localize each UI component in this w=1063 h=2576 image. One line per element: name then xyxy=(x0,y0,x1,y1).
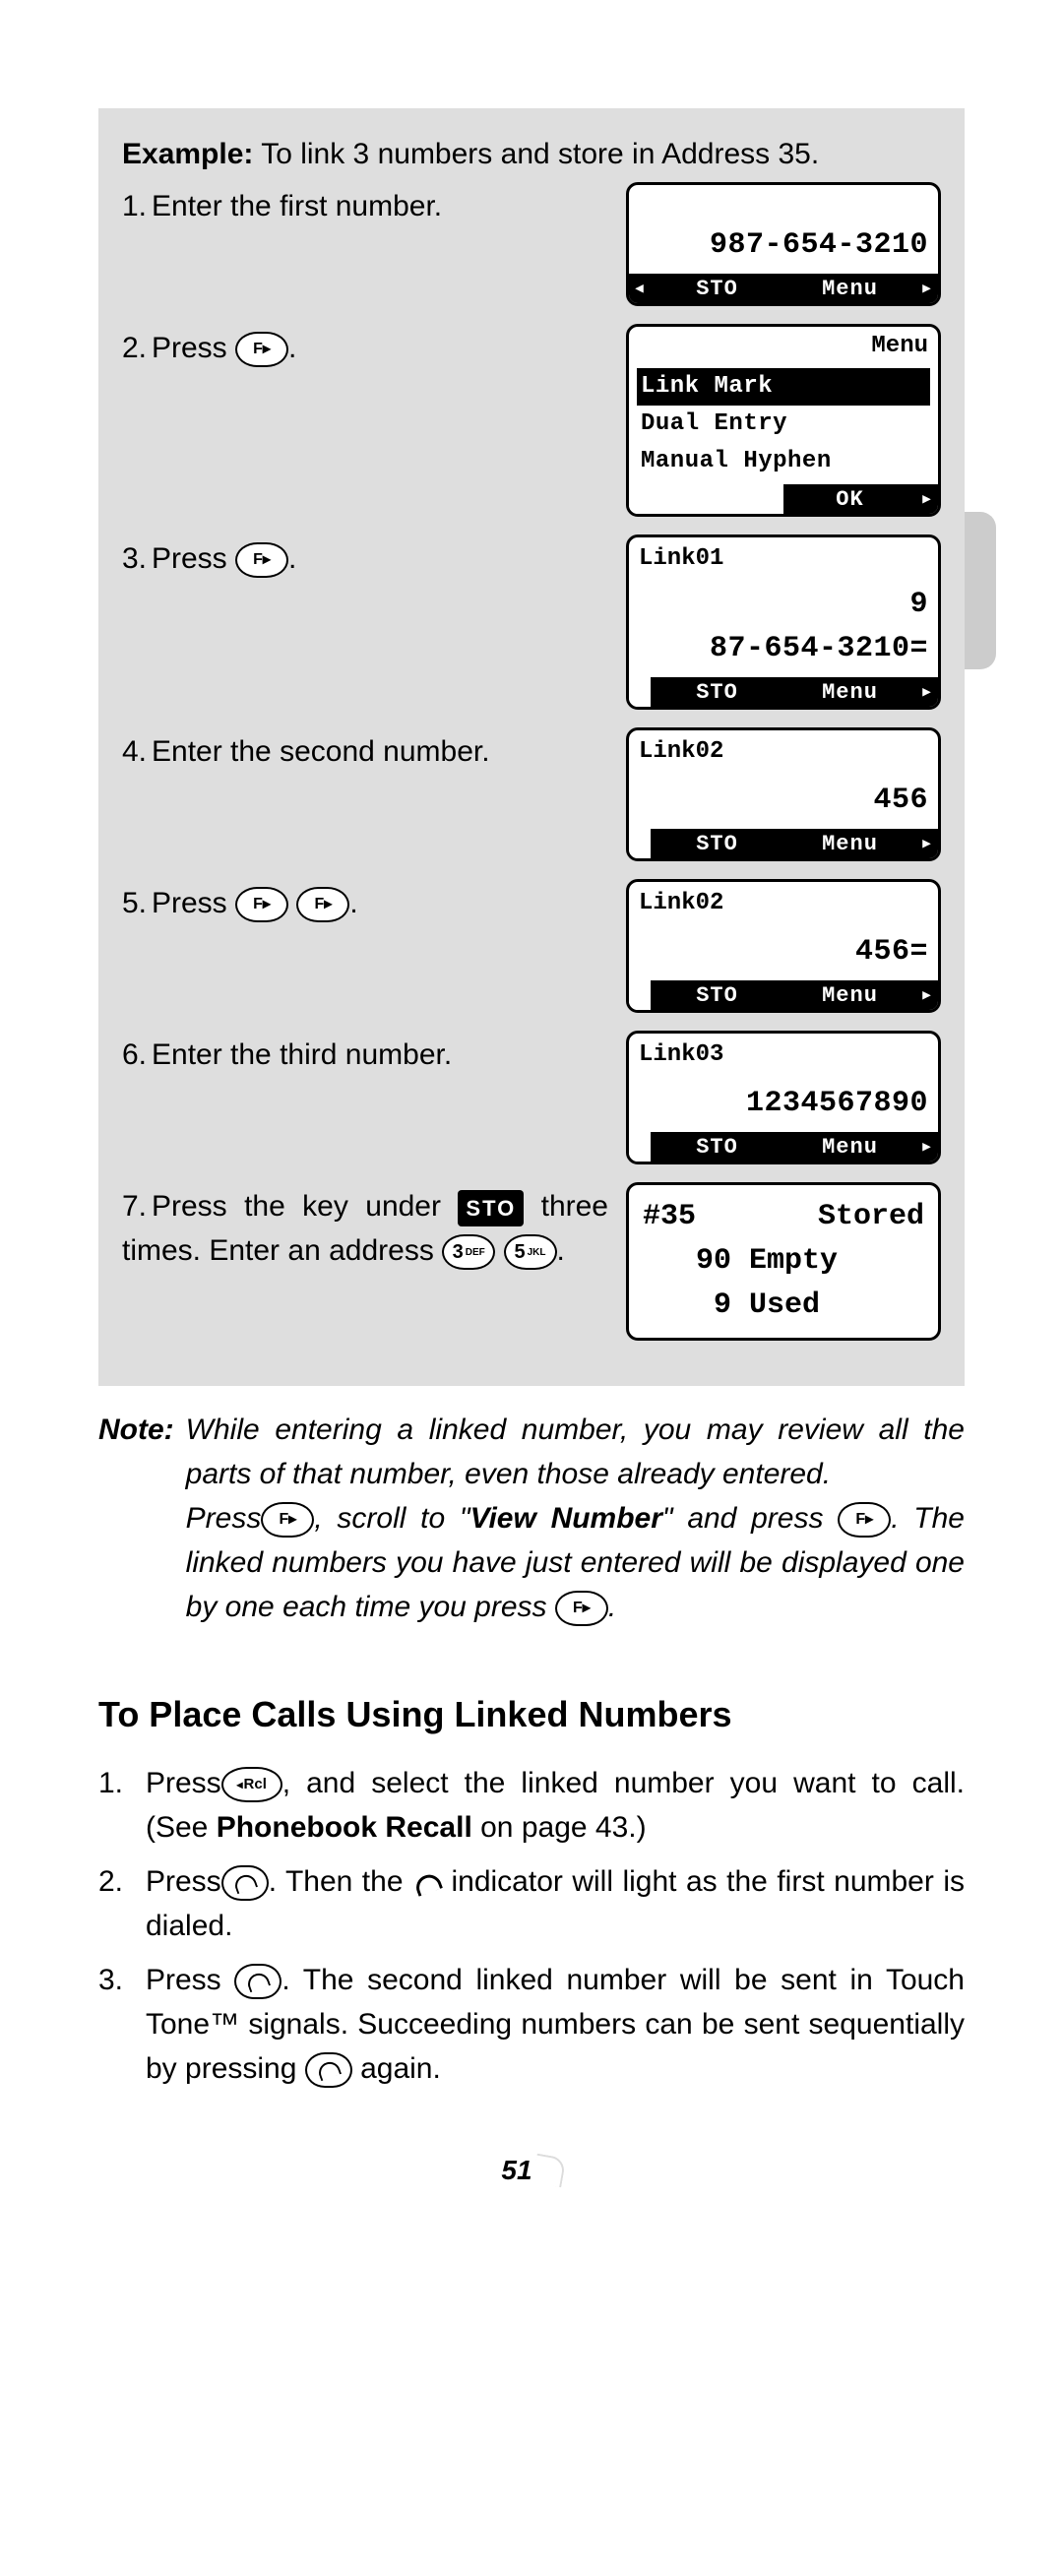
softkey-bar: STO Menu ▸ xyxy=(629,980,938,1010)
example-box: Example: To link 3 numbers and store in … xyxy=(98,108,965,1386)
f-key-icon xyxy=(235,542,288,578)
step-3: 3.Press . Link01 9 87-654-3210= STO Menu… xyxy=(122,534,941,710)
menu-item-dualentry: Dual Entry xyxy=(637,406,930,443)
example-label: Example: xyxy=(122,138,253,170)
right-arrow-icon: ▸ xyxy=(916,677,938,707)
f-key-icon xyxy=(235,332,288,367)
handset-icon xyxy=(245,1971,271,1993)
softkey-sto: STO xyxy=(651,274,783,303)
page-tab xyxy=(965,512,996,669)
right-arrow-icon: ▸ xyxy=(916,1132,938,1162)
section-title: To Place Calls Using Linked Numbers xyxy=(98,1688,965,1741)
list-item: 3. Press . The second linked number will… xyxy=(146,1958,965,2091)
screen-5: Link02 456= STO Menu ▸ xyxy=(626,879,941,1013)
step-4: 4.Enter the second number. Link02 456 ST… xyxy=(122,727,941,861)
menu-item-manualhyphen: Manual Hyphen xyxy=(637,443,930,480)
screen-7: #35 Stored 90 Empty 9 Used xyxy=(626,1182,941,1341)
screen-3: Link01 9 87-654-3210= STO Menu ▸ xyxy=(626,534,941,710)
handset-icon xyxy=(316,2059,342,2082)
softkey-bar: STO Menu ▸ xyxy=(629,1132,938,1162)
softkey-sto: STO xyxy=(651,829,783,858)
empty-line: 90 Empty xyxy=(643,1239,924,1284)
list-item: 2. Press. Then the indicator will light … xyxy=(146,1859,965,1948)
softkey-bar: ◂ STO Menu ▸ xyxy=(629,274,938,303)
link-label: Link02 xyxy=(629,730,938,770)
softkey-ok: OK xyxy=(783,484,916,514)
softkey-menu: Menu xyxy=(783,677,916,707)
example-heading: Example: To link 3 numbers and store in … xyxy=(122,132,941,176)
screen-line: 9 xyxy=(639,583,928,627)
softkey-bar: STO Menu ▸ xyxy=(629,829,938,858)
step-text: 6.Enter the third number. xyxy=(122,1031,608,1077)
f-key-icon xyxy=(838,1502,891,1538)
step-1: 1.Enter the first number. 987-654-3210 ◂… xyxy=(122,182,941,306)
f-key-icon xyxy=(261,1502,314,1538)
step-6: 6.Enter the third number. Link03 1234567… xyxy=(122,1031,941,1164)
key-3: 3DEF xyxy=(442,1234,495,1270)
example-text: To link 3 numbers and store in Address 3… xyxy=(261,138,819,170)
page-number: 51 xyxy=(98,2150,965,2191)
step-7: 7.Press the key under STO three times. E… xyxy=(122,1182,941,1341)
view-number-label: View Number xyxy=(470,1502,662,1535)
f-key-icon xyxy=(555,1591,608,1626)
note: Note: While entering a linked number, yo… xyxy=(98,1408,965,1629)
step-text: 3.Press . xyxy=(122,534,608,581)
key-5: 5JKL xyxy=(504,1234,557,1270)
stored-line: #35 Stored xyxy=(643,1195,924,1239)
screen-line: 456 xyxy=(873,779,928,823)
screen-1: 987-654-3210 ◂ STO Menu ▸ xyxy=(626,182,941,306)
screen-number: 987-654-3210 xyxy=(710,223,928,268)
softkey-bar: STO Menu ▸ xyxy=(629,677,938,707)
menu-label: Menu xyxy=(629,327,938,364)
link-label: Link03 xyxy=(629,1034,938,1073)
left-arrow-icon: ◂ xyxy=(629,274,651,303)
send-key-icon xyxy=(305,2052,352,2088)
softkey-menu: Menu xyxy=(783,980,916,1010)
note-label: Note: xyxy=(98,1408,174,1629)
step-text: 1.Enter the first number. xyxy=(122,182,608,228)
right-arrow-icon: ▸ xyxy=(916,829,938,858)
step-5: 5.Press . Link02 456= STO Menu ▸ xyxy=(122,879,941,1013)
softkey-bar: OK ▸ xyxy=(629,484,938,514)
phonebook-recall: Phonebook Recall xyxy=(217,1811,472,1844)
screen-4: Link02 456 STO Menu ▸ xyxy=(626,727,941,861)
screen-line: 1234567890 xyxy=(746,1082,928,1126)
softkey-sto: STO xyxy=(651,1132,783,1162)
f-key-icon xyxy=(296,887,349,922)
send-key-icon xyxy=(221,1865,269,1901)
step-text: 2.Press . xyxy=(122,324,608,370)
rcl-key-icon: Rcl xyxy=(221,1767,282,1802)
f-key-icon xyxy=(235,887,288,922)
step-text: 5.Press . xyxy=(122,879,608,925)
menu-list: Link Mark Dual Entry Manual Hyphen xyxy=(629,364,938,484)
send-key-icon xyxy=(234,1964,281,1999)
menu-item-linkmark: Link Mark xyxy=(637,368,930,406)
sto-badge: STO xyxy=(458,1190,524,1226)
handset-icon xyxy=(412,1871,443,1897)
screen-line: 456= xyxy=(855,930,928,974)
softkey-sto: STO xyxy=(651,980,783,1010)
list-item: 1. PressRcl, and select the linked numbe… xyxy=(146,1761,965,1850)
softkey-sto: STO xyxy=(651,677,783,707)
step-2: 2.Press . Menu Link Mark Dual Entry Manu… xyxy=(122,324,941,517)
handset-icon xyxy=(232,1872,258,1895)
link-label: Link01 xyxy=(629,537,938,577)
screen-6: Link03 1234567890 STO Menu ▸ xyxy=(626,1031,941,1164)
step-text: 4.Enter the second number. xyxy=(122,727,608,774)
screen-2: Menu Link Mark Dual Entry Manual Hyphen … xyxy=(626,324,941,517)
softkey-menu: Menu xyxy=(783,829,916,858)
link-label: Link02 xyxy=(629,882,938,921)
note-body: While entering a linked number, you may … xyxy=(186,1408,965,1629)
place-calls-list: 1. PressRcl, and select the linked numbe… xyxy=(98,1761,965,2091)
used-line: 9 Used xyxy=(643,1284,924,1328)
softkey-menu: Menu xyxy=(783,1132,916,1162)
screen-line: 87-654-3210= xyxy=(639,627,928,671)
step-text: 7.Press the key under STO three times. E… xyxy=(122,1182,608,1273)
softkey-menu: Menu xyxy=(783,274,916,303)
right-arrow-icon: ▸ xyxy=(916,484,938,514)
right-arrow-icon: ▸ xyxy=(916,274,938,303)
right-arrow-icon: ▸ xyxy=(916,980,938,1010)
